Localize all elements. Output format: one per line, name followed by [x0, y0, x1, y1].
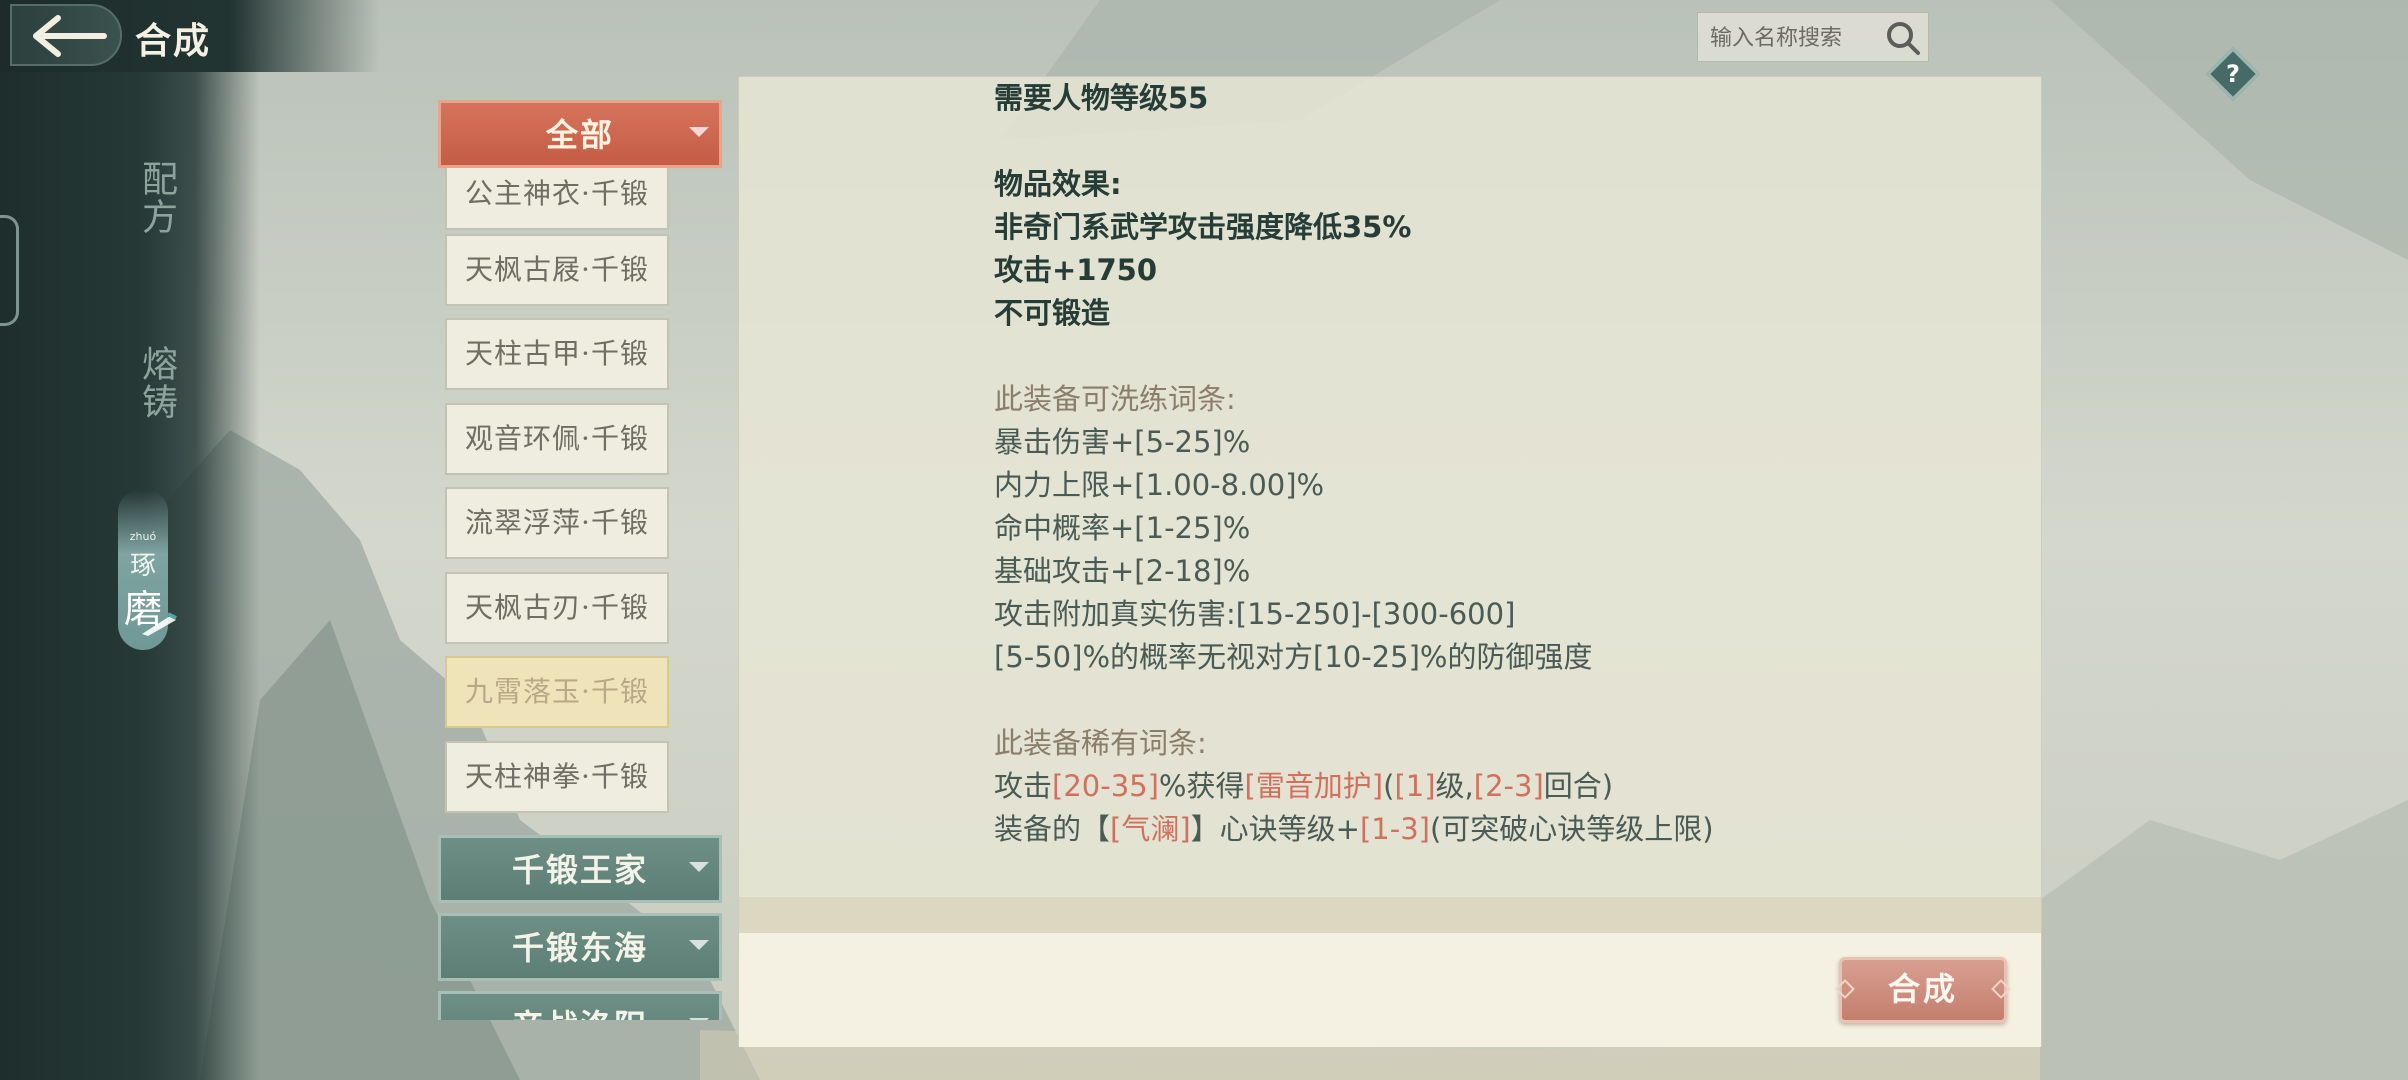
- top-header: 合成: [0, 0, 380, 72]
- recipe-item[interactable]: 流翠浮萍·千锻: [445, 487, 669, 559]
- category-label: 千锻王家: [511, 851, 648, 889]
- recipe-item[interactable]: 天柱神拳·千锻: [445, 741, 669, 813]
- search-input[interactable]: [1708, 21, 1882, 55]
- tab-polish-pinyin: zhuó: [129, 530, 157, 543]
- rare-value: [2-3]: [1473, 769, 1544, 803]
- refine-line: 攻击附加真实伤害:[15-250]-[300-600]: [994, 597, 1516, 631]
- recipe-item[interactable]: 观音环佩·千锻: [445, 403, 669, 475]
- rare-value: [雷音加护]: [1244, 769, 1384, 803]
- panel-divider: [739, 897, 2041, 933]
- rare-text: (: [1383, 769, 1395, 803]
- search-box: [1697, 12, 1929, 62]
- rare-text: %获得: [1158, 769, 1245, 803]
- level-requirement: 需要人物等级55: [994, 81, 1209, 115]
- effect-line: 非奇门系武学攻击强度降低35%: [994, 210, 1412, 244]
- rare-text: 级,: [1435, 769, 1474, 803]
- effect-title: 物品效果:: [994, 167, 1122, 201]
- category-label: 千锻东海: [511, 929, 648, 967]
- rare-value: [气澜]: [1110, 812, 1191, 846]
- chevron-down-icon: [689, 940, 709, 950]
- back-arrow-icon: [33, 15, 107, 57]
- help-icon: ?: [2226, 60, 2240, 88]
- synthesize-button[interactable]: 合成: [1839, 957, 2007, 1023]
- recipe-item-selected[interactable]: 九霄落玉·千锻: [445, 656, 669, 728]
- side-nav: 配方 熔铸 zhuó 琢 磨: [0, 0, 260, 1080]
- rare-text: 回合): [1543, 769, 1614, 803]
- brush-tip-icon: [142, 612, 177, 636]
- chevron-down-icon: [689, 127, 709, 137]
- effect-line: 不可锻造: [994, 296, 1111, 330]
- effect-line: 攻击+1750: [994, 253, 1158, 287]
- refine-line: [5-50]%的概率无视对方[10-25]%的防御强度: [994, 640, 1593, 674]
- category-luoyang-dropdown[interactable]: 帝战洛阳: [438, 991, 722, 1020]
- recipe-item[interactable]: 天柱古甲·千锻: [445, 318, 669, 390]
- category-all-dropdown[interactable]: 全部: [438, 100, 722, 168]
- tab-recipe[interactable]: 配方: [106, 160, 177, 236]
- category-wangjia-dropdown[interactable]: 千锻王家: [438, 835, 722, 903]
- back-button[interactable]: [10, 4, 122, 66]
- category-all-label: 全部: [545, 116, 614, 154]
- item-description: 需要人物等级55 物品效果: 非奇门系武学攻击强度降低35% 攻击+1750 不…: [994, 77, 1994, 851]
- tab-polish[interactable]: zhuó 琢 磨: [112, 490, 177, 660]
- rare-line-2: 装备的【[气澜]】心诀等级+[1-3](可突破心诀等级上限): [994, 808, 1994, 851]
- refine-title: 此装备可洗练词条:: [994, 382, 1236, 416]
- chevron-down-icon: [689, 1018, 709, 1020]
- rare-line-1: 攻击[20-35]%获得[雷音加护]([1]级,[2-3]回合): [994, 765, 1994, 808]
- search-icon[interactable]: [1884, 20, 1922, 56]
- rare-title: 此装备稀有词条:: [994, 726, 1207, 760]
- refine-line: 内力上限+[1.00-8.00]%: [994, 468, 1325, 502]
- rare-value: [1]: [1394, 769, 1436, 803]
- recipe-list[interactable]: 全部 公主神衣·千锻 天枫古屐·千锻 天柱古甲·千锻 观音环佩·千锻 流翠浮萍·…: [438, 100, 728, 1020]
- rare-text: 】心诀等级+: [1190, 812, 1360, 846]
- recipe-item[interactable]: 天枫古屐·千锻: [445, 234, 669, 306]
- rare-value: [20-35]: [1052, 769, 1159, 803]
- rare-value: [1-3]: [1359, 812, 1430, 846]
- category-donghai-dropdown[interactable]: 千锻东海: [438, 913, 722, 981]
- refine-line: 命中概率+[1-25]%: [994, 511, 1251, 545]
- tab-casting[interactable]: 熔铸: [106, 345, 177, 421]
- rare-text: 装备的【: [994, 812, 1111, 846]
- nav-rail-handle[interactable]: [0, 215, 19, 326]
- recipe-item[interactable]: 公主神衣·千锻: [445, 158, 669, 230]
- rare-text: (可突破心诀等级上限): [1429, 812, 1714, 846]
- item-detail-panel: 需要人物等级55 物品效果: 非奇门系武学攻击强度降低35% 攻击+1750 不…: [738, 76, 2042, 1047]
- recipe-item[interactable]: 天枫古刃·千锻: [445, 572, 669, 644]
- tab-polish-char1: 琢: [129, 551, 156, 581]
- category-label: 帝战洛阳: [512, 1007, 648, 1020]
- rare-text: 攻击: [994, 769, 1053, 803]
- refine-line: 暴击伤害+[5-25]%: [994, 425, 1251, 459]
- page-title: 合成: [135, 20, 212, 62]
- refine-line: 基础攻击+[2-18]%: [994, 554, 1251, 588]
- chevron-down-icon: [689, 862, 709, 872]
